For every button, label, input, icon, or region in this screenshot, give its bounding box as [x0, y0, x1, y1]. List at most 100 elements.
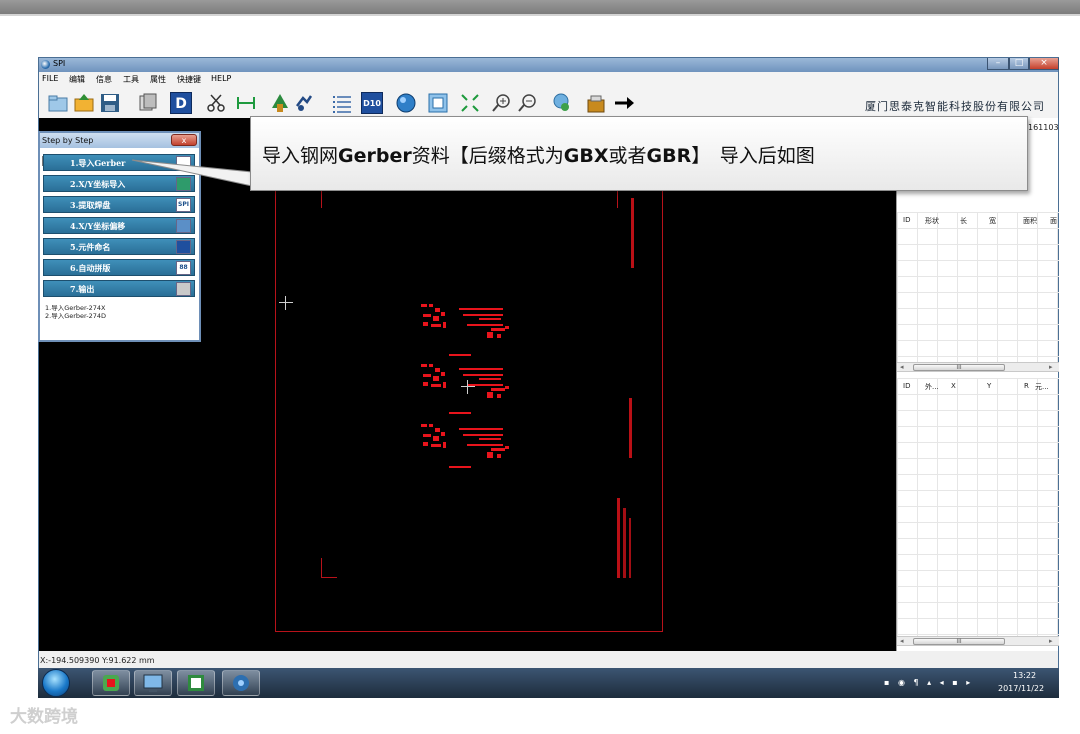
fit-icon[interactable]	[459, 92, 481, 114]
comp-col-component: 元...	[1035, 383, 1049, 391]
clock-date[interactable]: 2017/11/22	[998, 684, 1044, 693]
taskbar-app-1[interactable]	[92, 670, 130, 696]
monitor-icon	[143, 674, 163, 692]
scissors-icon[interactable]	[205, 92, 227, 114]
right-panel: ID 形状 长 宽 面积 面 ◂ III ▸ ID 外... X Y R 元..…	[896, 118, 1059, 651]
pad-col-id: ID	[903, 216, 911, 224]
step-log: 1.导入Gerber-274X 2.导入Gerber-274D	[45, 304, 106, 320]
spreadsheet-icon	[188, 675, 204, 691]
pad-tool-icon[interactable]	[269, 92, 291, 114]
step-label: 1.导入Gerber	[70, 158, 126, 168]
step-icon	[176, 282, 191, 296]
save-icon[interactable]	[99, 92, 121, 114]
step-label: 5.元件命名	[70, 242, 111, 252]
menu-shortcuts[interactable]: 快捷键	[177, 74, 201, 85]
component-table	[897, 378, 1059, 636]
pan-icon[interactable]	[551, 92, 573, 114]
app-icon	[41, 60, 50, 69]
open-folder-icon[interactable]	[47, 92, 69, 114]
d-code-icon[interactable]: D	[170, 92, 192, 114]
taskbar-excel[interactable]	[177, 670, 215, 696]
circle-icon[interactable]	[395, 92, 417, 114]
layers-icon[interactable]	[137, 92, 159, 114]
comp-col-outline: 外...	[925, 383, 939, 391]
step-panel-close-button[interactable]: x	[171, 134, 197, 146]
crosshair-marker	[279, 296, 293, 310]
scrollbar-thumb[interactable]: III	[913, 364, 1005, 371]
menu-file[interactable]: FILE	[42, 74, 58, 83]
window-title: SPI	[53, 59, 66, 68]
close-button[interactable]: ×	[1029, 58, 1059, 70]
list-icon[interactable]	[331, 92, 353, 114]
step-label: 4.X/Y坐标偏移	[70, 221, 126, 231]
menu-properties[interactable]: 属性	[150, 74, 166, 85]
presentation-top-bar	[0, 0, 1080, 16]
export-icon[interactable]	[585, 92, 607, 114]
menu-edit[interactable]: 编辑	[69, 74, 85, 85]
pad-col-width: 宽	[989, 217, 996, 225]
step-label: 3.提取焊盘	[70, 200, 111, 210]
tray-icons[interactable]: ▪ ◉ ¶ ▴ ◂ ▪ ▸	[884, 678, 973, 687]
callout-part: 资料【后缀格式为	[411, 145, 564, 167]
callout-part: 】 导入后如图	[691, 145, 815, 167]
frame-icon[interactable]	[427, 92, 449, 114]
callout-bold: Gerber	[338, 145, 412, 167]
step-output-button[interactable]: 7.输出	[43, 280, 195, 297]
callout-text: 导入钢网Gerber资料【后缀格式为GBX或者GBR】 导入后如图	[262, 141, 815, 168]
step-extract-pads-button[interactable]: 3.提取焊盘 SPI	[43, 196, 195, 213]
d10-icon[interactable]: D10	[361, 92, 383, 114]
start-button[interactable]	[42, 669, 70, 697]
callout-bold: GBR	[646, 145, 692, 167]
arrow-right-icon[interactable]	[613, 92, 635, 114]
callout-part: 导入钢网	[262, 145, 339, 167]
menu-bar: FILE 编辑 信息 工具 属性 快捷键 HELP	[39, 72, 1058, 86]
menu-info[interactable]: 信息	[96, 74, 112, 85]
pad-col-length: 长	[960, 217, 967, 225]
taskbar-spi[interactable]	[222, 670, 260, 696]
callout-part: 或者	[608, 145, 647, 167]
instruction-callout: 导入钢网Gerber资料【后缀格式为GBX或者GBR】 导入后如图	[250, 116, 1028, 191]
minimize-button[interactable]: –	[987, 58, 1009, 70]
taskbar-app-2[interactable]	[134, 670, 172, 696]
step-label: 7.输出	[70, 284, 95, 294]
system-tray: ▪ ◉ ¶ ▴ ◂ ▪ ▸ 13:22 2017/11/22	[878, 668, 1059, 698]
step-icon	[176, 219, 191, 233]
pad-col-area: 面积	[1023, 217, 1037, 225]
spi-icon: SPI	[176, 198, 191, 212]
clock-time[interactable]: 13:22	[1013, 671, 1036, 680]
cursor-coordinates: X:-194.509390 Y:91.622 mm	[40, 656, 155, 665]
pad-table-scrollbar[interactable]: ◂ III ▸	[897, 362, 1059, 372]
spi-app-icon	[233, 675, 249, 691]
log-line: 2.导入Gerber-274D	[45, 312, 107, 320]
import-icon[interactable]	[73, 92, 95, 114]
rotate-icon[interactable]	[293, 92, 315, 114]
step-xy-offset-button[interactable]: 4.X/Y坐标偏移	[43, 217, 195, 234]
app-icon	[103, 675, 119, 691]
maximize-button[interactable]: □	[1009, 58, 1029, 70]
scrollbar-thumb[interactable]: III	[913, 638, 1005, 645]
comp-col-y: Y	[987, 382, 992, 390]
company-name: 厦门思泰克智能科技股份有限公司	[865, 100, 1045, 113]
menu-tools[interactable]: 工具	[123, 74, 139, 85]
component-table-scrollbar[interactable]: ◂ III ▸	[897, 636, 1059, 646]
step-label: 6.自动拼版	[70, 263, 111, 273]
step-component-naming-button[interactable]: 5.元件命名	[43, 238, 195, 255]
pad-table	[897, 212, 1059, 362]
title-bar: SPI – □ ×	[39, 58, 1059, 72]
zoom-in-icon[interactable]	[491, 92, 513, 114]
menu-help[interactable]: HELP	[211, 74, 231, 83]
comp-col-id: ID	[903, 382, 911, 390]
callout-bold: GBX	[563, 145, 609, 167]
zoom-out-icon[interactable]	[517, 92, 539, 114]
crosshair-marker	[461, 380, 475, 394]
comp-col-r: R	[1024, 382, 1029, 390]
measure-icon[interactable]	[235, 92, 257, 114]
pad-col-face: 面	[1050, 217, 1057, 225]
toolbar: D D10 厦门思泰克智能科技股份有限公司	[39, 86, 1058, 118]
step-icon	[176, 240, 191, 254]
step-auto-panel-button[interactable]: 6.自动拼版 88	[43, 259, 195, 276]
status-bar: X:-194.509390 Y:91.622 mm	[39, 651, 1058, 669]
callout-pointer	[131, 159, 253, 187]
side-number: 161103	[1028, 123, 1059, 132]
step-label: 2.X/Y坐标导入	[70, 179, 126, 189]
